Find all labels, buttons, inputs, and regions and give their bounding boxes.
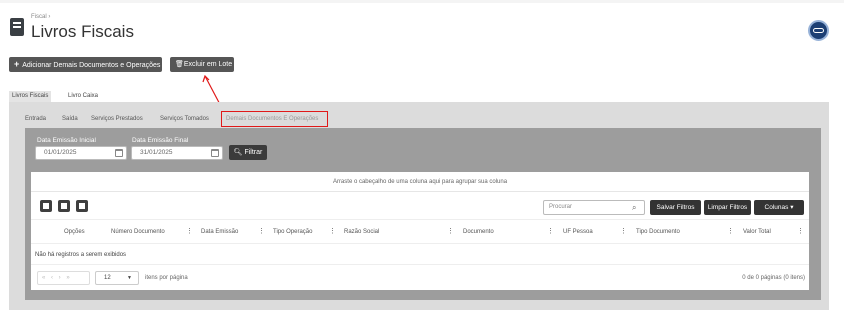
save-filters-button[interactable]: Salvar Filtros bbox=[650, 200, 701, 215]
column-menu-icon[interactable]: ⋮ bbox=[329, 220, 336, 244]
page-size-select[interactable]: 12 ▼ bbox=[95, 271, 139, 285]
export-excel-icon[interactable] bbox=[76, 200, 88, 212]
start-date-label: Data Emissão Inicial bbox=[37, 137, 96, 144]
column-data-emissao[interactable]: Data Emissão bbox=[201, 220, 238, 244]
column-menu-icon[interactable]: ⋮ bbox=[447, 220, 454, 244]
empty-message: Não há registros a serem exibidos bbox=[35, 252, 127, 258]
start-date-field[interactable]: 01/01/2025 bbox=[35, 146, 127, 160]
search-icon: 🔍︎ bbox=[233, 149, 243, 156]
search-input[interactable]: Procurar ⌕ bbox=[543, 200, 645, 215]
column-razao-social[interactable]: Razão Social bbox=[344, 220, 379, 244]
column-tipo-operacao[interactable]: Tipo Operação bbox=[273, 220, 312, 244]
pager-info: 0 de 0 páginas (0 itens) bbox=[742, 275, 805, 281]
column-menu-icon[interactable]: ⋮ bbox=[547, 220, 554, 244]
column-documento[interactable]: Documento bbox=[463, 220, 494, 244]
chevron-down-icon: ▾ bbox=[790, 204, 794, 211]
calendar-icon[interactable] bbox=[211, 149, 219, 157]
calendar-icon[interactable] bbox=[115, 149, 123, 157]
tab-livros-fiscais[interactable]: Livros Fiscais bbox=[9, 91, 52, 102]
end-date-label: Data Emissão Final bbox=[132, 137, 189, 144]
items-per-page-label: itens por página bbox=[145, 275, 188, 281]
columns-button[interactable]: Colunas ▾ bbox=[754, 200, 804, 215]
subtab-entrada[interactable]: Entrada bbox=[25, 116, 46, 122]
data-grid: Arraste o cabeçalho de uma coluna aqui p… bbox=[31, 172, 809, 290]
grid-header: Opções Número Documento ⋮ Data Emissão ⋮… bbox=[31, 219, 809, 244]
group-panel[interactable]: Arraste o cabeçalho de uma coluna aqui p… bbox=[31, 172, 809, 192]
tab-livro-caixa[interactable]: Livro Caixa bbox=[65, 91, 101, 102]
chevron-down-icon: ▼ bbox=[127, 275, 132, 281]
export-pdf-icon[interactable] bbox=[40, 200, 52, 212]
search-icon[interactable]: ⌕ bbox=[632, 202, 636, 213]
clear-filters-button[interactable]: Limpar Filtros bbox=[704, 200, 751, 215]
column-uf-pessoa[interactable]: UF Pessoa bbox=[563, 220, 593, 244]
filter-button[interactable]: 🔍︎ Filtrar bbox=[229, 145, 267, 160]
column-opcoes[interactable]: Opções bbox=[64, 220, 85, 244]
column-menu-icon[interactable]: ⋮ bbox=[258, 220, 265, 244]
pager: « ‹ › » 12 ▼ itens por página 0 de 0 pág… bbox=[31, 264, 809, 290]
end-date-field[interactable]: 31/01/2025 bbox=[131, 146, 223, 160]
column-menu-icon[interactable]: ⋮ bbox=[797, 220, 804, 244]
column-numero-documento[interactable]: Número Documento bbox=[111, 220, 165, 244]
subtab-servicos-tomados[interactable]: Serviços Tomados bbox=[160, 116, 209, 122]
export-file-icon[interactable] bbox=[58, 200, 70, 212]
highlight-box bbox=[221, 111, 328, 127]
column-tipo-documento[interactable]: Tipo Documento bbox=[636, 220, 680, 244]
pager-nav-buttons[interactable]: « ‹ › » bbox=[37, 271, 90, 285]
column-valor-total[interactable]: Valor Total bbox=[743, 220, 771, 244]
column-menu-icon[interactable]: ⋮ bbox=[620, 220, 627, 244]
subtab-saida[interactable]: Saída bbox=[62, 116, 78, 122]
column-menu-icon[interactable]: ⋮ bbox=[727, 220, 734, 244]
subtab-servicos-prestados[interactable]: Serviços Prestados bbox=[91, 116, 143, 122]
column-menu-icon[interactable]: ⋮ bbox=[186, 220, 193, 244]
